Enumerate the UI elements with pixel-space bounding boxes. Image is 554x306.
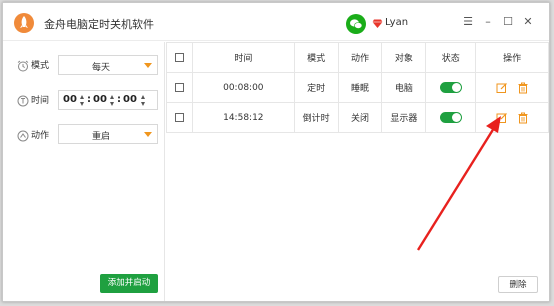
status-toggle[interactable] (439, 112, 462, 123)
time-label: 时间 (31, 96, 50, 106)
header-status: 状态 (425, 42, 477, 73)
maximize-button[interactable]: ☐ (501, 15, 515, 29)
status-toggle[interactable] (439, 82, 462, 93)
row-target: 电脑 (381, 72, 427, 103)
trash-icon[interactable] (517, 82, 529, 94)
trash-icon[interactable] (517, 112, 529, 124)
add-and-start-button[interactable]: 添加并启动 (100, 274, 158, 293)
user-name[interactable]: Lyan (385, 17, 408, 28)
time-label-group: 时间 (17, 93, 49, 107)
row-mode: 定时 (293, 72, 339, 103)
header-operations: 操作 (475, 42, 549, 73)
minute-spinner-icon[interactable] (110, 95, 115, 107)
app-logo-icon (14, 13, 34, 33)
clock-icon (17, 95, 29, 106)
select-all-checkbox[interactable] (174, 52, 184, 62)
close-button[interactable]: ✕ (521, 15, 535, 29)
hour-spinner-icon[interactable] (80, 95, 85, 107)
action-label-group: 动作 (17, 128, 49, 142)
row-target: 显示器 (381, 102, 427, 133)
task-table: 时间 模式 动作 对象 状态 操作 00:08:00 定时 睡眠 电脑 14:5… (166, 42, 549, 133)
delete-button[interactable]: 删除 (498, 276, 538, 293)
dropdown-arrow-icon (144, 63, 152, 68)
alarm-clock-icon (17, 60, 29, 71)
edit-icon[interactable] (496, 82, 508, 94)
time-hour[interactable]: 00 (63, 94, 77, 105)
header-time: 时间 (191, 42, 295, 73)
action-select[interactable]: 重启 (58, 124, 158, 144)
app-title: 金舟电脑定时关机软件 (44, 18, 154, 31)
table-header-row: 时间 模式 动作 对象 状态 操作 (166, 42, 549, 73)
row-checkbox[interactable] (174, 82, 184, 92)
row-time: 14:58:12 (191, 102, 295, 133)
action-select-value: 重启 (91, 132, 110, 142)
diamond-icon (372, 19, 383, 28)
app-window: 金舟电脑定时关机软件 Lyan ☰ – ☐ ✕ 模式 每天 时间 00: 00… (2, 2, 550, 302)
wechat-icon[interactable] (346, 14, 366, 34)
mode-label-group: 模式 (17, 58, 49, 72)
menu-icon[interactable]: ☰ (461, 15, 475, 29)
title-bar: 金舟电脑定时关机软件 Lyan ☰ – ☐ ✕ (3, 3, 549, 41)
action-label: 动作 (31, 131, 50, 141)
minimize-button[interactable]: – (481, 15, 495, 29)
time-second[interactable]: 00 (123, 94, 137, 105)
task-list-panel: 时间 模式 动作 对象 状态 操作 00:08:00 定时 睡眠 电脑 14:5… (166, 42, 549, 301)
time-minute[interactable]: 00 (93, 94, 107, 105)
second-spinner-icon[interactable] (141, 95, 146, 107)
dropdown-arrow-icon (144, 132, 152, 137)
mode-select[interactable]: 每天 (58, 55, 158, 75)
table-row[interactable]: 14:58:12 倒计时 关闭 显示器 (166, 102, 549, 133)
row-action: 睡眠 (337, 72, 383, 103)
mode-label: 模式 (31, 61, 50, 71)
header-mode: 模式 (293, 42, 339, 73)
mode-select-value: 每天 (91, 63, 110, 73)
header-action: 动作 (337, 42, 383, 73)
edit-icon[interactable] (496, 112, 508, 124)
settings-panel: 模式 每天 时间 00 : 00 : 00 动作 重启 添加并启动 (3, 42, 165, 301)
table-row[interactable]: 00:08:00 定时 睡眠 电脑 (166, 72, 549, 103)
row-checkbox[interactable] (174, 112, 184, 122)
row-time: 00:08:00 (191, 72, 295, 103)
row-mode: 倒计时 (293, 102, 339, 133)
select-all-cell[interactable] (166, 42, 193, 73)
time-input[interactable]: 00 : 00 : 00 (58, 90, 158, 110)
header-target: 对象 (381, 42, 427, 73)
row-action: 关闭 (337, 102, 383, 133)
action-icon (17, 130, 29, 141)
